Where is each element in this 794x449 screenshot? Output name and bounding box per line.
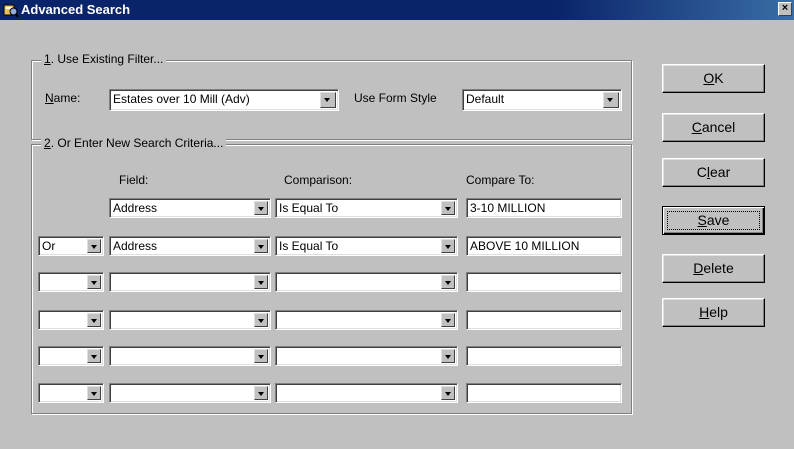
compare-to-input[interactable] [466,383,622,403]
connector-select[interactable]: Or [38,236,104,256]
chevron-down-icon[interactable] [87,386,101,400]
compare-to-input[interactable] [466,346,622,366]
chevron-down-icon[interactable] [254,349,268,363]
field-select-value: Address [113,239,158,253]
chevron-down-icon[interactable] [441,239,455,253]
connector-select[interactable] [38,346,104,366]
ok-label: OK [703,70,724,86]
field-select[interactable] [109,272,271,292]
chevron-down-icon[interactable] [441,349,455,363]
connector-select[interactable] [38,310,104,330]
clear-label: Clear [696,164,731,180]
chevron-down-icon[interactable] [87,239,101,253]
field-select[interactable]: Address [109,198,271,218]
chevron-down-icon[interactable] [441,201,455,215]
connector-select-value: Or [42,239,56,253]
cancel-label: Cancel [691,119,736,135]
help-button[interactable]: Help [662,298,765,327]
comparison-header: Comparison: [284,173,353,187]
connector-select[interactable] [38,383,104,403]
save-button[interactable]: Save [662,206,765,235]
chevron-down-icon[interactable] [254,201,268,215]
compare-to-input[interactable]: 3-10 MILLION [466,198,622,218]
comparison-select[interactable] [275,272,458,292]
delete-label: Delete [693,260,734,276]
compare-to-header: Compare To: [466,173,535,187]
save-label: Save [697,212,730,228]
comparison-select[interactable]: Is Equal To [275,236,458,256]
help-label: Help [699,304,728,320]
delete-button[interactable]: Delete [662,254,765,283]
chevron-down-icon[interactable] [441,275,455,289]
compare-to-input[interactable] [466,310,622,330]
chevron-down-icon[interactable] [320,92,336,108]
form-style-select[interactable]: Default [462,89,622,111]
existing-filter-legend: 1. Use Existing Filter... [41,52,167,66]
compare-to-input-value: ABOVE 10 MILLION [470,239,580,253]
field-select[interactable] [109,383,271,403]
field-select[interactable] [109,346,271,366]
field-select[interactable]: Address [109,236,271,256]
compare-to-input[interactable]: ABOVE 10 MILLION [466,236,622,256]
new-criteria-legend: 2. Or Enter New Search Criteria... [41,136,227,150]
chevron-down-icon[interactable] [87,275,101,289]
field-header: Field: [119,173,149,187]
comparison-select[interactable]: Is Equal To [275,198,458,218]
filter-name-value: Estates over 10 Mill (Adv) [113,92,250,106]
form-style-value: Default [466,92,505,106]
compare-to-input[interactable] [466,272,622,292]
field-select[interactable] [109,310,271,330]
ok-button[interactable]: OK [662,64,765,93]
comparison-select[interactable] [275,346,458,366]
chevron-down-icon[interactable] [254,313,268,327]
compare-to-input-value: 3-10 MILLION [470,201,546,215]
title-bar: Advanced Search × [0,0,794,20]
comparison-select-value: Is Equal To [279,239,339,253]
chevron-down-icon[interactable] [254,386,268,400]
field-select-value: Address [113,201,158,215]
chevron-down-icon[interactable] [254,275,268,289]
chevron-down-icon[interactable] [441,313,455,327]
form-style-label: Use Form Style [354,91,437,105]
chevron-down-icon[interactable] [87,313,101,327]
cancel-button[interactable]: Cancel [662,113,765,142]
window-title: Advanced Search [21,2,131,17]
app-icon [3,4,19,18]
chevron-down-icon[interactable] [254,239,268,253]
comparison-select[interactable] [275,383,458,403]
comparison-select[interactable] [275,310,458,330]
chevron-down-icon[interactable] [441,386,455,400]
connector-select[interactable] [38,272,104,292]
filter-name-select[interactable]: Estates over 10 Mill (Adv) [109,89,339,111]
chevron-down-icon[interactable] [603,92,619,108]
name-label: Name: [45,91,81,105]
close-icon: × [781,2,789,14]
comparison-select-value: Is Equal To [279,201,339,215]
close-button[interactable]: × [778,2,792,16]
clear-button[interactable]: Clear [662,158,765,187]
chevron-down-icon[interactable] [87,349,101,363]
